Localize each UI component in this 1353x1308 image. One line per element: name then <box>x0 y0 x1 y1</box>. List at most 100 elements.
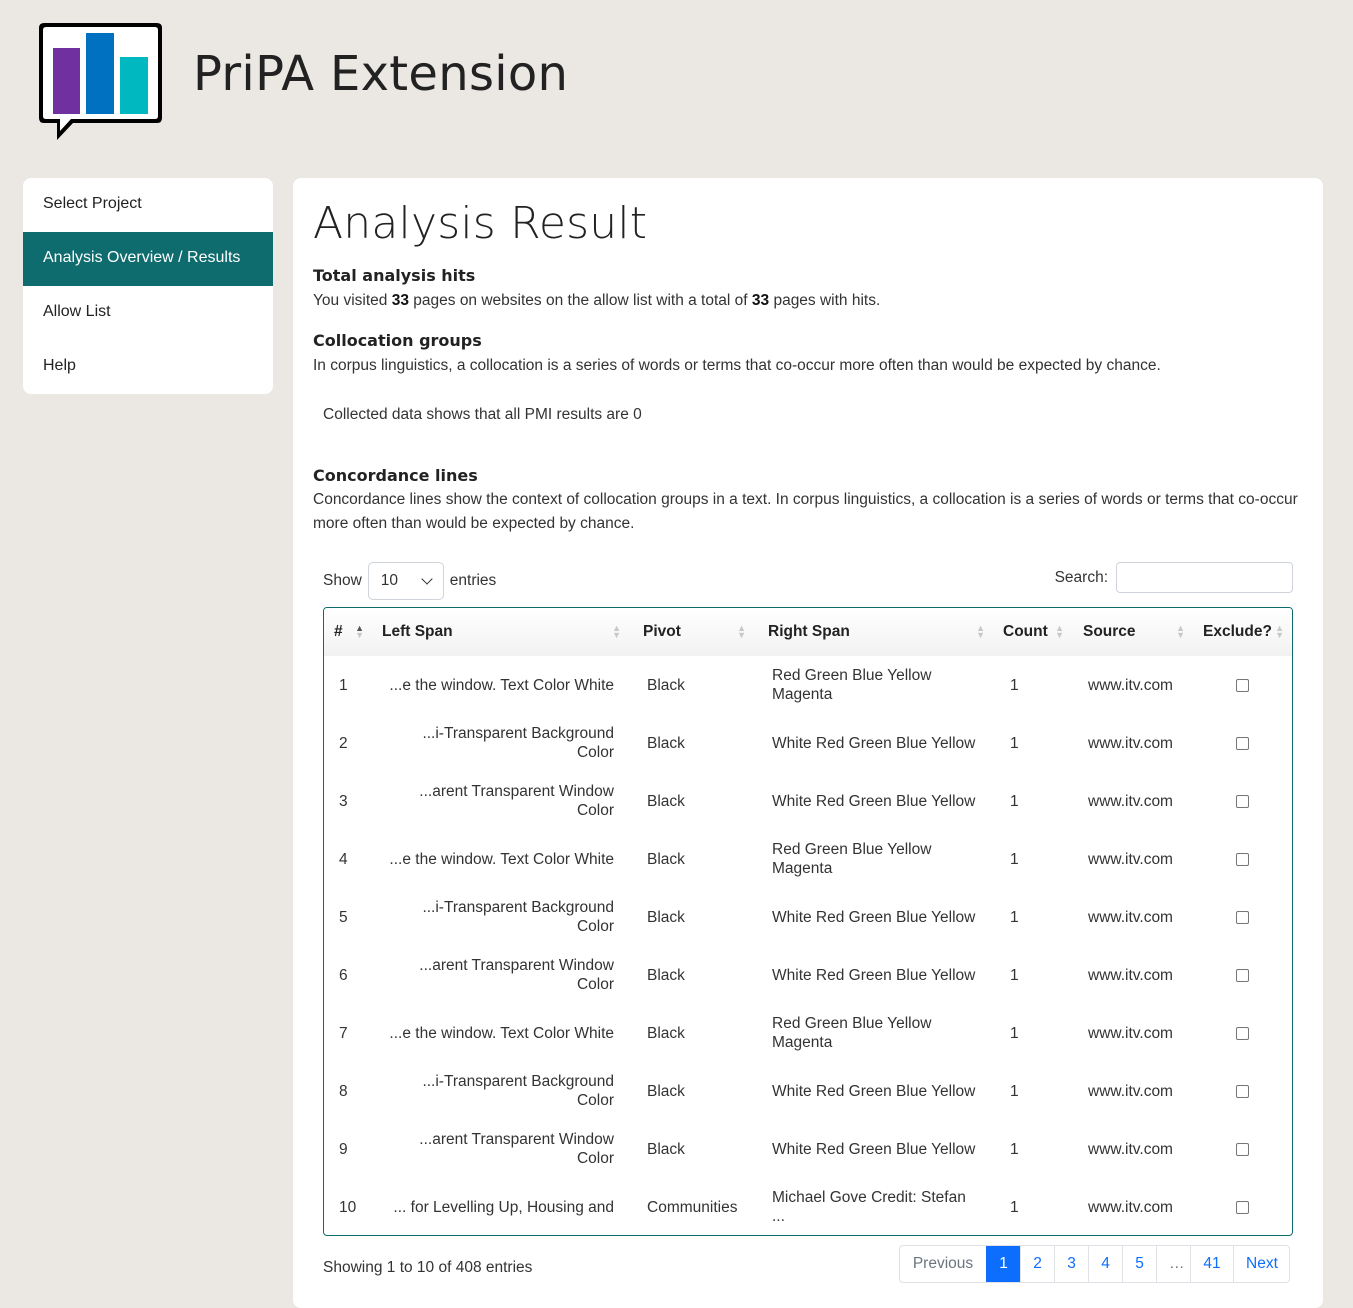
sort-arrows-icon: ▲ ▼ <box>355 623 364 640</box>
right-span-cell: Red Green Blue Yellow Magenta <box>772 1015 932 1051</box>
exclude-checkbox[interactable] <box>1236 1026 1249 1040</box>
exclude-cell <box>1193 946 1292 1004</box>
source-cell: www.itv.com <box>1088 734 1173 752</box>
pagination-3-button[interactable]: 3 <box>1054 1246 1088 1282</box>
source-cell: www.itv.com <box>1088 1198 1173 1216</box>
exclude-cell <box>1193 888 1292 946</box>
source-cell: www.itv.com <box>1088 1024 1173 1042</box>
sort-arrows-icon: ▲ ▼ <box>737 623 746 640</box>
table-row: 10 ... for Levelling Up, Housing and Commu… <box>324 1178 1292 1235</box>
left-span-cell: ...i-Transparent Background Color <box>422 725 614 761</box>
left-span-cell: ...arent Transparent Window Color <box>419 957 614 993</box>
search-input[interactable] <box>1116 562 1293 593</box>
page-length-select[interactable]: 10 <box>367 562 444 600</box>
table-row: 8 ...i-Transparent Background Color Black W… <box>324 1062 1292 1120</box>
exclude-cell <box>1193 1062 1292 1120</box>
right-span-cell: White Red Green Blue Yellow <box>772 792 976 810</box>
exclude-checkbox[interactable] <box>1236 1084 1249 1098</box>
table-row: 2 ...i-Transparent Background Color Black W… <box>324 714 1292 772</box>
row-number: 5 <box>339 908 348 926</box>
table-row: 1 ...e the window. Text Color White Black R… <box>324 656 1292 714</box>
pivot-cell: Black <box>647 1024 685 1042</box>
pivot-cell: Black <box>647 1082 685 1100</box>
exclude-cell <box>1193 772 1292 830</box>
column-header-source[interactable]: Source ▲ ▼ <box>1072 608 1193 656</box>
pagination-41-button[interactable]: 41 <box>1190 1246 1233 1282</box>
table-row: 3 ...arent Transparent Window Color Black W… <box>324 772 1292 830</box>
table-info: Showing 1 to 10 of 408 entries <box>323 1259 533 1276</box>
exclude-cell <box>1193 714 1292 772</box>
pagination-next-button[interactable]: Next <box>1233 1246 1289 1282</box>
exclude-checkbox[interactable] <box>1236 1200 1249 1214</box>
pagination-5-button[interactable]: 5 <box>1122 1246 1156 1282</box>
right-span-cell: Red Green Blue Yellow Magenta <box>772 841 932 877</box>
table-row: 5 ...i-Transparent Background Color Black W… <box>324 888 1292 946</box>
chevron-down-icon <box>421 573 433 585</box>
row-number: 3 <box>339 792 348 810</box>
exclude-checkbox[interactable] <box>1236 678 1249 692</box>
sidebar-item-select-project[interactable]: Select Project <box>23 178 273 232</box>
right-span-cell: White Red Green Blue Yellow <box>772 734 976 752</box>
sort-arrows-icon: ▲ ▼ <box>612 623 621 640</box>
right-span-cell: White Red Green Blue Yellow <box>772 1140 976 1158</box>
column-header-pivot[interactable]: Pivot ▲ ▼ <box>629 608 754 656</box>
count-cell: 1 <box>1010 908 1019 926</box>
row-number: 10 <box>339 1198 357 1216</box>
pmi-note: Collected data shows that all PMI result… <box>323 406 642 423</box>
app-title: PriPA Extension <box>193 46 569 102</box>
collocation-text: In corpus linguistics, a collocation is … <box>313 357 1161 374</box>
exclude-checkbox[interactable] <box>1236 794 1249 808</box>
sidebar-item-allow-list[interactable]: Allow List <box>23 286 273 340</box>
concordance-heading: Concordance lines <box>313 466 478 485</box>
source-cell: www.itv.com <box>1088 1082 1173 1100</box>
exclude-cell <box>1193 1004 1292 1062</box>
concordance-text: Concordance lines show the context of co… <box>313 491 1298 532</box>
concordance-table: # ▲ ▼ Left Span ▲ ▼ Pivot ▲ ▼ Right Span ▲ ▼ Cou… <box>324 608 1292 1235</box>
sidebar-item-analysis-overview[interactable]: Analysis Overview / Results <box>23 232 273 286</box>
column-header-left-span[interactable]: Left Span ▲ ▼ <box>372 608 629 656</box>
right-span-cell: White Red Green Blue Yellow <box>772 908 976 926</box>
table-header-row: # ▲ ▼ Left Span ▲ ▼ Pivot ▲ ▼ Right Span ▲ ▼ Cou… <box>324 608 1292 656</box>
exclude-checkbox[interactable] <box>1236 968 1249 982</box>
right-span-cell: White Red Green Blue Yellow <box>772 966 976 984</box>
count-cell: 1 <box>1010 1082 1019 1100</box>
pivot-cell: Communities <box>647 1198 738 1216</box>
logo-bar-blue <box>86 33 114 114</box>
source-cell: www.itv.com <box>1088 908 1173 926</box>
exclude-checkbox[interactable] <box>1236 852 1249 866</box>
left-span-cell: ...i-Transparent Background Color <box>422 899 614 935</box>
count-cell: 1 <box>1010 850 1019 868</box>
pagination-1-button[interactable]: 1 <box>986 1246 1020 1282</box>
left-span-cell: ...i-Transparent Background Color <box>422 1073 614 1109</box>
collocation-heading: Collocation groups <box>313 331 482 350</box>
column-header-right-span[interactable]: Right Span ▲ ▼ <box>754 608 993 656</box>
count-cell: 1 <box>1010 1198 1019 1216</box>
exclude-cell <box>1193 656 1292 714</box>
table-row: 9 ...arent Transparent Window Color Black W… <box>324 1120 1292 1178</box>
row-number: 2 <box>339 734 348 752</box>
pagination-previous-button[interactable]: Previous <box>900 1246 986 1282</box>
pivot-cell: Black <box>647 676 685 694</box>
source-cell: www.itv.com <box>1088 850 1173 868</box>
exclude-checkbox[interactable] <box>1236 1142 1249 1156</box>
column-header-count[interactable]: Count ▲ ▼ <box>993 608 1072 656</box>
column-header-num[interactable]: # ▲ ▼ <box>324 608 372 656</box>
left-span-cell: ...arent Transparent Window Color <box>419 783 614 819</box>
pagination-2-button[interactable]: 2 <box>1020 1246 1054 1282</box>
source-cell: www.itv.com <box>1088 792 1173 810</box>
search-label: Search: <box>1054 568 1108 586</box>
pagination-4-button[interactable]: 4 <box>1088 1246 1122 1282</box>
exclude-cell <box>1193 830 1292 888</box>
row-number: 6 <box>339 966 348 984</box>
sort-arrows-icon: ▲ ▼ <box>1176 623 1185 640</box>
show-label: Show <box>323 572 362 589</box>
column-header-exclude[interactable]: Exclude? ▲ ▼ <box>1193 608 1292 656</box>
hits-heading: Total analysis hits <box>313 266 476 285</box>
logo-bar-teal <box>120 57 148 114</box>
exclude-checkbox[interactable] <box>1236 910 1249 924</box>
sidebar-nav: Select Project Analysis Overview / Resul… <box>23 178 273 394</box>
app-header: PriPA Extension <box>0 0 1353 160</box>
table-row: 6 ...arent Transparent Window Color Black W… <box>324 946 1292 1004</box>
exclude-checkbox[interactable] <box>1236 736 1249 750</box>
sidebar-item-help[interactable]: Help <box>23 340 273 394</box>
